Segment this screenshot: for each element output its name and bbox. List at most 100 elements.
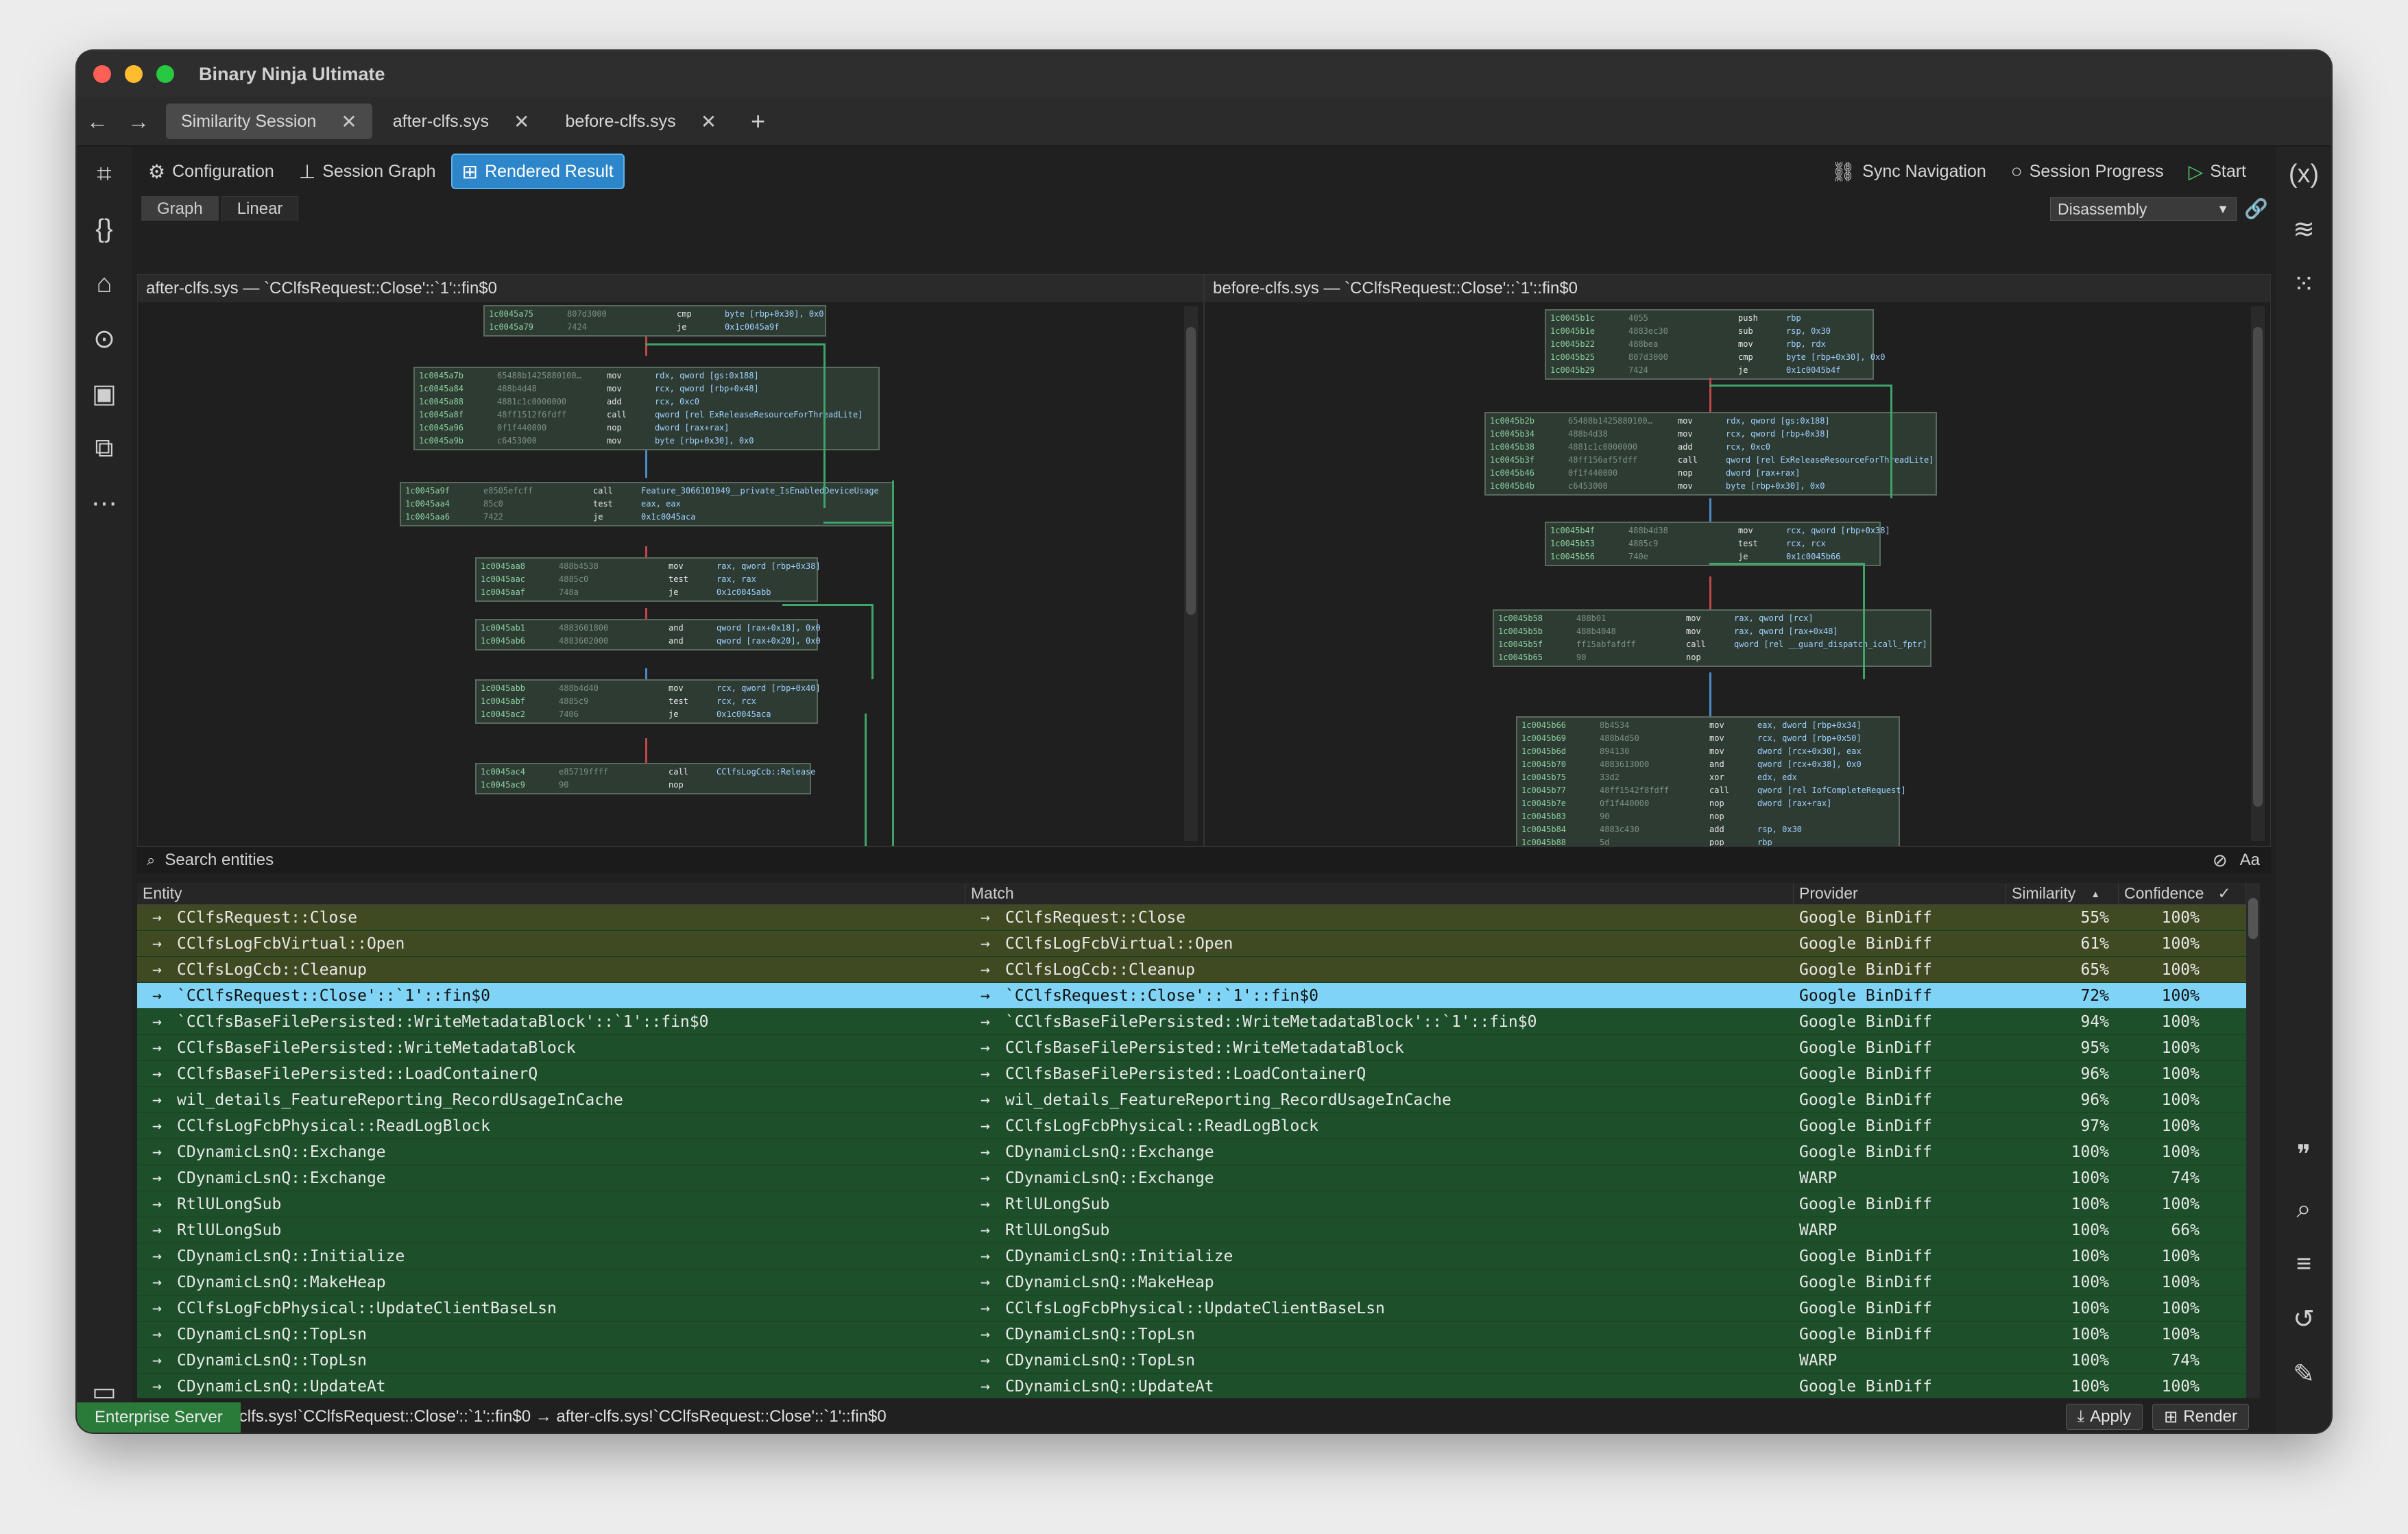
table-row[interactable]: → `CClfsBaseFilePersisted::WriteMetadataB…	[137, 1009, 2260, 1035]
quote-icon[interactable]: ❞	[2276, 1127, 2331, 1182]
chip-icon[interactable]: ▣	[77, 366, 132, 421]
header-similarity[interactable]: Similarity ▲	[2006, 883, 2119, 904]
instruction-line[interactable]: 1c0045a9f e8505efcff call Feature_306610104…	[405, 485, 888, 498]
arrow-right-icon[interactable]: →	[137, 1113, 177, 1139]
tags-icon[interactable]: ⌂	[77, 256, 132, 311]
table-row[interactable]: → CClfsBaseFilePersisted::WriteMetadataBl…	[137, 1035, 2260, 1061]
arrow-right-icon[interactable]: →	[965, 1269, 1005, 1295]
instruction-line[interactable]: 1c0045a7b 65488b1425880100… mov rdx, qword …	[419, 369, 874, 382]
table-scrollbar[interactable]	[2246, 883, 2260, 1398]
tab-similarity-session[interactable]: Similarity Session ✕	[166, 104, 372, 139]
instruction-line[interactable]: 1c0045b70 4883613000 and qword [rcx+0x38], …	[1521, 758, 1894, 771]
instruction-line[interactable]: 1c0045abf 4885c9 test rcx, rcx	[481, 695, 812, 708]
instruction-line[interactable]: 1c0045a88 4881c1c0000000 add rcx, 0xc0	[419, 395, 874, 409]
instruction-line[interactable]: 1c0045b29 7424 je 0x1c0045b4f	[1550, 364, 1868, 377]
instruction-line[interactable]: 1c0045b3f 48ff156af5fdff call qword [rel Ex…	[1490, 454, 1934, 467]
instruction-line[interactable]: 1c0045b7e 0f1f440000 nop dword [rax+rax]	[1521, 797, 1894, 810]
basic-block[interactable]: 1c0045b58 488b01 mov rax, qword [rcx] 1c0045…	[1493, 609, 1931, 667]
table-row[interactable]: → RtlULongSub → RtlULongSub WARP 100% 66%	[137, 1217, 2260, 1243]
variables-icon[interactable]: (x)	[2276, 147, 2331, 202]
scrollbar-thumb[interactable]	[1186, 327, 1196, 615]
instruction-line[interactable]: 1c0045a9b c6453000 mov byte [rbp+0x30], 0x0	[419, 435, 874, 448]
table-row[interactable]: → wil_details_FeatureReporting_RecordUsag…	[137, 1087, 2260, 1113]
arrow-right-icon[interactable]: →	[965, 905, 1005, 930]
session-graph-button[interactable]: ⊥ Session Graph	[289, 154, 446, 189]
arrow-right-icon[interactable]: →	[137, 1087, 177, 1112]
instruction-line[interactable]: 1c0045aa4 85c0 test eax, eax	[405, 498, 888, 511]
arrow-right-icon[interactable]: →	[137, 1374, 177, 1398]
tab-graph[interactable]: Graph	[141, 196, 219, 221]
right-scrollbar[interactable]	[2251, 306, 2265, 841]
arrow-right-icon[interactable]: →	[965, 983, 1005, 1008]
arrow-right-icon[interactable]: →	[965, 1165, 1005, 1191]
arrow-right-icon[interactable]: →	[137, 1348, 177, 1373]
instruction-line[interactable]: 1c0045a79 7424 je 0x1c0045a9f	[489, 321, 821, 334]
text-lines-icon[interactable]: ≡	[2276, 1237, 2331, 1291]
instruction-line[interactable]: 1c0045a96 0f1f440000 nop dword [rax+rax]	[419, 422, 874, 435]
scrollbar-thumb[interactable]	[2248, 898, 2258, 939]
new-tab-icon[interactable]: +	[751, 107, 765, 136]
arrow-right-icon[interactable]: →	[137, 1165, 177, 1191]
basic-block[interactable]: 1c0045a75 807d3000 cmp byte [rbp+0x30], 0x0…	[483, 305, 826, 337]
more-icon[interactable]: ⋯	[77, 476, 132, 531]
instruction-line[interactable]: 1c0045b34 488b4d38 mov rcx, qword [rbp+0x38…	[1490, 428, 1931, 441]
left-scrollbar[interactable]	[1184, 306, 1198, 841]
arrow-right-icon[interactable]: →	[137, 1295, 177, 1321]
tab-after-clfs[interactable]: after-clfs.sys ✕	[378, 104, 545, 139]
instruction-line[interactable]: 1c0045ab6 4883602000 and qword [rax+0x20], …	[481, 635, 821, 648]
table-row[interactable]: → RtlULongSub → RtlULongSub Google BinDiff 10…	[137, 1191, 2260, 1217]
search-input[interactable]: Search entities	[165, 851, 274, 870]
arrow-right-icon[interactable]: →	[137, 983, 177, 1008]
grid-icon[interactable]: ⁙	[2276, 256, 2331, 311]
table-row[interactable]: → CClfsBaseFilePersisted::LoadContainerQ →…	[137, 1061, 2260, 1087]
instruction-line[interactable]: 1c0045b69 488b4d50 mov rcx, qword [rbp+0x50…	[1521, 732, 1894, 745]
instruction-line[interactable]: 1c0045b2b 65488b1425880100… mov rdx, qword …	[1490, 415, 1931, 428]
instruction-line[interactable]: 1c0045aa6 7422 je 0x1c0045aca	[405, 511, 888, 524]
instruction-line[interactable]: 1c0045b66 8b4534 mov eax, dword [rbp+0x34]	[1521, 719, 1894, 732]
similarity-icon[interactable]: ⧉	[77, 421, 132, 476]
instruction-line[interactable]: 1c0045b75 33d2 xor edx, edx	[1521, 771, 1894, 784]
instruction-line[interactable]: 1c0045b4f 488b4d38 mov rcx, qword [rbp+0x38…	[1550, 524, 1890, 537]
instruction-line[interactable]: 1c0045b88 5d pop rbp	[1521, 836, 1894, 847]
arrow-right-icon[interactable]: →	[965, 1087, 1005, 1112]
case-sensitive-toggle[interactable]: Aa	[2240, 851, 2260, 870]
instruction-line[interactable]: 1c0045b1c 4055 push rbp	[1550, 312, 1868, 325]
arrow-right-icon[interactable]: →	[965, 931, 1005, 956]
table-row[interactable]: → CClfsLogFcbPhysical::UpdateClientBaseLs…	[137, 1295, 2260, 1322]
arrow-right-icon[interactable]: →	[965, 1139, 1005, 1165]
basic-block[interactable]: 1c0045b2b 65488b1425880100… mov rdx, qword …	[1484, 412, 1937, 496]
forward-arrow-icon[interactable]: →	[118, 109, 159, 134]
table-row[interactable]: → CDynamicLsnQ::UpdateAt → CDynamicLsnQ::Up…	[137, 1374, 2260, 1398]
search-icon[interactable]: ⌕	[2276, 1182, 2331, 1237]
table-row[interactable]: → CClfsLogFcbPhysical::ReadLogBlock → CClfs…	[137, 1113, 2260, 1139]
left-graph-view[interactable]: 1c0045a75 807d3000 cmp byte [rbp+0x30], 0x0…	[138, 302, 1203, 847]
instruction-line[interactable]: 1c0045ac4 e85719ffff call CClfsLogCcb::Rele…	[481, 766, 816, 779]
rendered-result-button[interactable]: ⊞ Rendered Result	[450, 154, 625, 189]
instruction-line[interactable]: 1c0045b77 48ff1542f8fdff call qword [rel Io…	[1521, 784, 1906, 797]
basic-block[interactable]: 1c0045b66 8b4534 mov eax, dword [rbp+0x34] 1…	[1516, 716, 1906, 847]
instruction-line[interactable]: 1c0045b84 4883c430 add rsp, 0x30	[1521, 823, 1894, 836]
table-row[interactable]: → CDynamicLsnQ::MakeHeap → CDynamicLsnQ::Ma…	[137, 1269, 2260, 1295]
arrow-right-icon[interactable]: →	[965, 1217, 1005, 1243]
instruction-line[interactable]: 1c0045b5b 488b4048 mov rax, qword [rax+0x48…	[1498, 625, 1926, 638]
arrow-right-icon[interactable]: →	[965, 1243, 1005, 1269]
location-pin-icon[interactable]: ⊙	[77, 311, 132, 366]
instruction-line[interactable]: 1c0045b5f ff15abfafdff call qword [rel __gu…	[1498, 638, 1927, 651]
apply-button[interactable]: ⤓ Apply	[2065, 1404, 2143, 1430]
arrow-right-icon[interactable]: →	[965, 1322, 1005, 1347]
render-button[interactable]: ⊞ Render	[2152, 1404, 2249, 1430]
types-icon[interactable]: {}	[77, 202, 132, 256]
arrow-right-icon[interactable]: →	[137, 931, 177, 956]
table-row[interactable]: → CDynamicLsnQ::Exchange → CDynamicLsnQ::Ex…	[137, 1139, 2260, 1165]
hide-icon[interactable]: ⊘	[2213, 850, 2228, 871]
instruction-line[interactable]: 1c0045aac 4885c0 test rax, rax	[481, 573, 812, 586]
back-arrow-icon[interactable]: ←	[77, 109, 118, 134]
arrow-right-icon[interactable]: →	[965, 1295, 1005, 1321]
zoom-window-button[interactable]	[156, 65, 174, 83]
link-icon[interactable]: 🔗	[2244, 197, 2268, 220]
arrow-right-icon[interactable]: →	[137, 1322, 177, 1347]
session-progress-button[interactable]: ○ Session Progress	[2001, 154, 2174, 189]
instruction-line[interactable]: 1c0045b4b c6453000 mov byte [rbp+0x30], 0x0	[1490, 480, 1931, 493]
arrow-right-icon[interactable]: →	[965, 1113, 1005, 1139]
instruction-line[interactable]: 1c0045b58 488b01 mov rax, qword [rcx]	[1498, 612, 1926, 625]
